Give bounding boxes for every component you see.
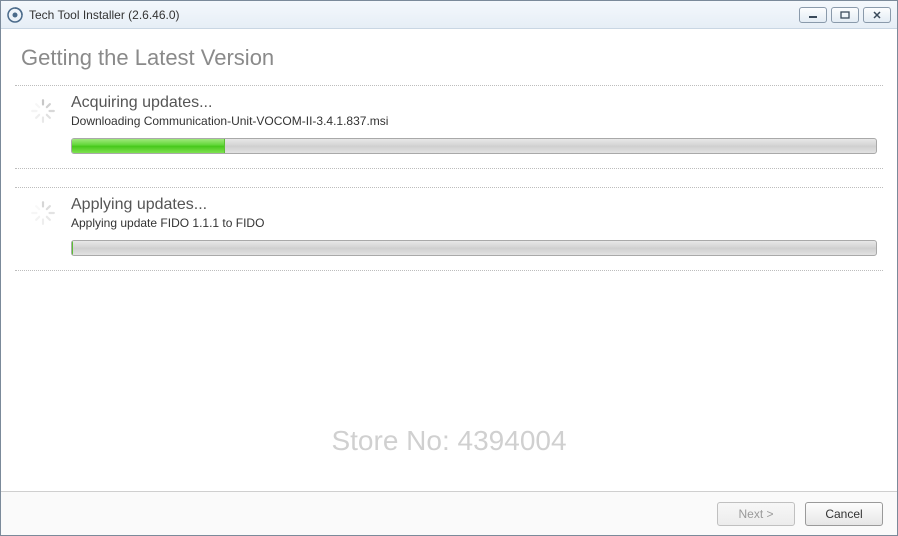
spinner-col [15, 94, 71, 154]
footer: Next > Cancel [1, 491, 897, 535]
window-title: Tech Tool Installer (2.6.46.0) [29, 8, 799, 22]
section-acquire: Acquiring updates... Downloading Communi… [15, 85, 883, 169]
cancel-button[interactable]: Cancel [805, 502, 883, 526]
acquire-title: Acquiring updates... [71, 94, 877, 112]
watermark-text: Store No: 4394004 [1, 425, 897, 457]
spinner-col-2 [15, 196, 71, 256]
apply-sub: Applying update FIDO 1.1.1 to FIDO [71, 216, 877, 230]
acquire-progress-fill [72, 139, 225, 153]
spinner-icon [30, 200, 56, 226]
page-title: Getting the Latest Version [21, 45, 883, 71]
acquire-progress [71, 138, 877, 154]
section-apply: Applying updates... Applying update FIDO… [15, 187, 883, 271]
next-button: Next > [717, 502, 795, 526]
titlebar[interactable]: Tech Tool Installer (2.6.46.0) [1, 1, 897, 29]
section-body-acquire: Acquiring updates... Downloading Communi… [71, 94, 883, 154]
content-area: Getting the Latest Version [1, 29, 897, 491]
spinner-icon [30, 98, 56, 124]
installer-window: Tech Tool Installer (2.6.46.0) Getting t… [0, 0, 898, 536]
acquire-sub: Downloading Communication-Unit-VOCOM-II-… [71, 114, 877, 128]
app-icon [7, 7, 23, 23]
apply-progress [71, 240, 877, 256]
minimize-button[interactable] [799, 7, 827, 23]
apply-title: Applying updates... [71, 196, 877, 214]
section-body-apply: Applying updates... Applying update FIDO… [71, 196, 883, 256]
apply-progress-fill [72, 241, 73, 255]
window-controls [799, 7, 891, 23]
close-button[interactable] [863, 7, 891, 23]
maximize-button[interactable] [831, 7, 859, 23]
